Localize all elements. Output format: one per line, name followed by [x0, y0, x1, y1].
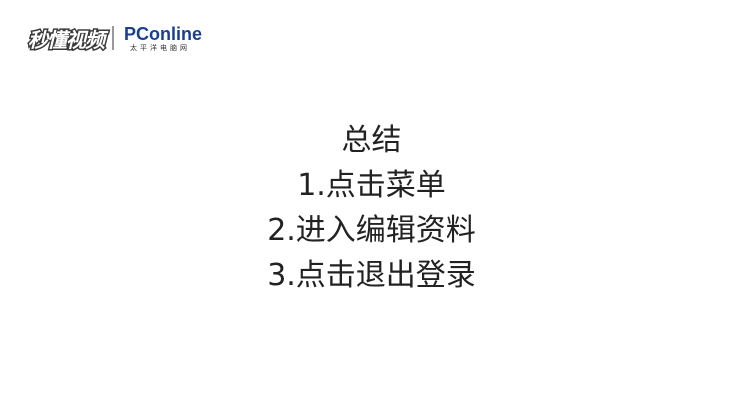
summary-title: 总结: [341, 123, 402, 158]
video-frame: 秒懂视频 PConline 太平洋电脑网 总结 1.点击菜单 2.进入编辑资料 …: [0, 0, 743, 417]
logo-divider: [112, 26, 114, 50]
pconline-logo-sub: 太平洋电脑网: [130, 43, 190, 52]
pconline-logo: PConline 太平洋电脑网: [124, 25, 202, 52]
summary-block: 总结 1.点击菜单 2.进入编辑资料 3.点击退出登录: [0, 118, 743, 298]
watermark-logos: 秒懂视频 PConline 太平洋电脑网: [27, 24, 203, 54]
miaodong-logo: 秒懂视频: [27, 26, 107, 53]
pconline-logo-main: PConline: [124, 23, 203, 44]
summary-step-3: 3.点击退出登录: [267, 258, 476, 293]
summary-step-1: 1.点击菜单: [297, 168, 446, 203]
summary-step-2: 2.进入编辑资料: [267, 213, 476, 248]
